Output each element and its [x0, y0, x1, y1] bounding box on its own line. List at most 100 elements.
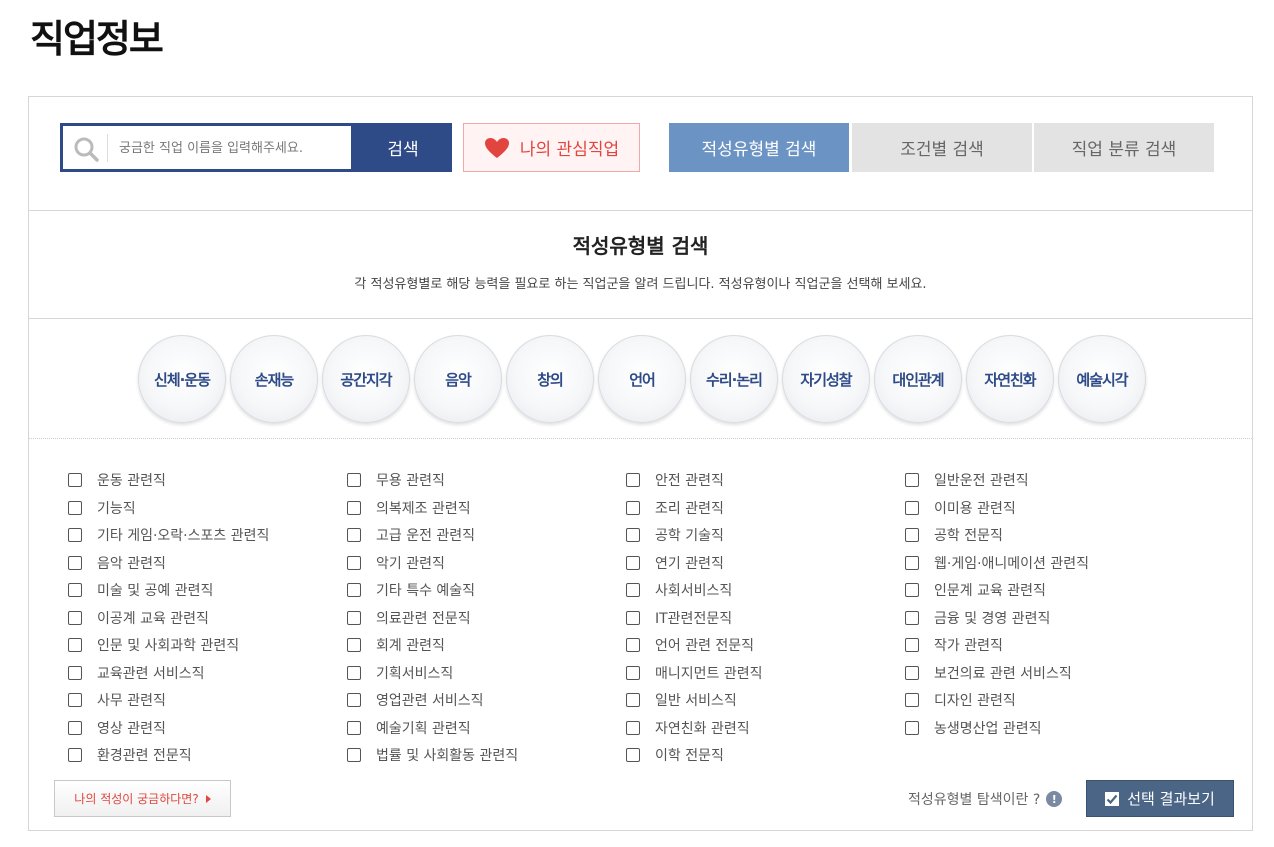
job-group-checkbox[interactable]: [68, 500, 82, 515]
aptitude-test-link[interactable]: 나의 적성이 궁금하다면?: [54, 780, 231, 817]
job-group-option[interactable]: 기능직: [68, 497, 136, 519]
job-group-checkbox[interactable]: [347, 748, 361, 762]
job-group-checkbox[interactable]: [347, 610, 361, 625]
aptitude-physical[interactable]: 신체·운동: [138, 335, 226, 423]
job-group-checkbox[interactable]: [347, 583, 361, 597]
job-group-option[interactable]: 공학 전문직: [905, 524, 1003, 546]
job-group-option[interactable]: 영상 관련직: [68, 717, 166, 739]
job-group-checkbox[interactable]: [68, 583, 82, 597]
job-group-checkbox[interactable]: [905, 473, 919, 487]
aptitude-self-reflection[interactable]: 자기성찰: [782, 335, 870, 423]
job-group-checkbox[interactable]: [905, 610, 919, 625]
job-group-checkbox[interactable]: [905, 500, 919, 515]
job-group-option[interactable]: 디자인 관련직: [905, 689, 1016, 711]
job-group-checkbox[interactable]: [626, 638, 640, 652]
job-group-checkbox[interactable]: [905, 665, 919, 680]
aptitude-dexterity[interactable]: 손재능: [230, 335, 318, 423]
job-group-option[interactable]: 자연친화 관련직: [626, 717, 750, 739]
job-group-checkbox[interactable]: [347, 665, 361, 680]
job-group-option[interactable]: 보건의료 관련 서비스직: [905, 662, 1072, 684]
job-group-option[interactable]: 이공계 교육 관련직: [68, 607, 209, 629]
job-group-option[interactable]: 의료관련 전문직: [347, 607, 471, 629]
job-group-option[interactable]: 음악 관련직: [68, 552, 166, 574]
aptitude-nature[interactable]: 자연친화: [966, 335, 1054, 423]
job-group-option[interactable]: 인문 및 사회과학 관련직: [68, 634, 239, 656]
job-group-checkbox[interactable]: [347, 555, 361, 570]
aptitude-spatial[interactable]: 공간지각: [322, 335, 410, 423]
job-group-option[interactable]: 안전 관련직: [626, 469, 724, 491]
job-group-option[interactable]: 일반 서비스직: [626, 689, 737, 711]
job-group-option[interactable]: 무용 관련직: [347, 469, 445, 491]
aptitude-music[interactable]: 음악: [414, 335, 502, 423]
job-group-checkbox[interactable]: [68, 665, 82, 680]
job-group-option[interactable]: 운동 관련직: [68, 469, 166, 491]
job-group-option[interactable]: 사무 관련직: [68, 689, 166, 711]
job-group-option[interactable]: 교육관련 서비스직: [68, 662, 205, 684]
job-group-option[interactable]: 의복제조 관련직: [347, 497, 471, 519]
job-group-option[interactable]: 금융 및 경영 관련직: [905, 607, 1050, 629]
search-input[interactable]: [119, 134, 349, 162]
job-group-checkbox[interactable]: [68, 610, 82, 625]
job-group-option[interactable]: 농생명산업 관련직: [905, 717, 1042, 739]
job-group-option[interactable]: 이미용 관련직: [905, 497, 1016, 519]
job-group-option[interactable]: 법률 및 사회활동 관련직: [347, 744, 518, 766]
job-group-option[interactable]: 회계 관련직: [347, 634, 445, 656]
job-group-checkbox[interactable]: [626, 665, 640, 680]
tab-condition-search[interactable]: 조건별 검색: [852, 123, 1032, 172]
job-group-checkbox[interactable]: [68, 555, 82, 570]
job-group-option[interactable]: 미술 및 공예 관련직: [68, 579, 213, 601]
job-group-option[interactable]: IT관련전문직: [626, 607, 732, 629]
favorite-jobs-button[interactable]: 나의 관심직업: [463, 123, 640, 172]
job-group-checkbox[interactable]: [905, 528, 919, 542]
aptitude-art-visual[interactable]: 예술시각: [1058, 335, 1146, 423]
job-group-option[interactable]: 사회서비스직: [626, 579, 732, 601]
job-group-checkbox[interactable]: [626, 583, 640, 597]
job-group-checkbox[interactable]: [626, 610, 640, 625]
job-group-option[interactable]: 매니지먼트 관련직: [626, 662, 763, 684]
job-group-checkbox[interactable]: [347, 720, 361, 735]
job-group-checkbox[interactable]: [905, 720, 919, 735]
job-group-option[interactable]: 기타 게임·오락·스포츠 관련직: [68, 524, 269, 546]
aptitude-language[interactable]: 언어: [598, 335, 686, 423]
job-group-checkbox[interactable]: [68, 720, 82, 735]
job-group-option[interactable]: 언어 관련 전문직: [626, 634, 754, 656]
job-group-option[interactable]: 고급 운전 관련직: [347, 524, 475, 546]
job-group-option[interactable]: 연기 관련직: [626, 552, 724, 574]
job-group-checkbox[interactable]: [347, 528, 361, 542]
job-group-option[interactable]: 이학 전문직: [626, 744, 724, 766]
job-group-option[interactable]: 작가 관련직: [905, 634, 1003, 656]
tab-aptitude-search[interactable]: 적성유형별 검색: [669, 123, 849, 172]
job-group-option[interactable]: 기타 특수 예술직: [347, 579, 475, 601]
view-results-button[interactable]: 선택 결과보기: [1086, 780, 1234, 817]
job-group-option[interactable]: 예술기획 관련직: [347, 717, 471, 739]
job-group-option[interactable]: 악기 관련직: [347, 552, 445, 574]
job-group-checkbox[interactable]: [68, 748, 82, 762]
aptitude-math-logic[interactable]: 수리·논리: [690, 335, 778, 423]
job-group-checkbox[interactable]: [905, 583, 919, 597]
job-group-checkbox[interactable]: [347, 693, 361, 707]
job-group-checkbox[interactable]: [626, 473, 640, 487]
job-group-option[interactable]: 기획서비스직: [347, 662, 453, 684]
job-group-checkbox[interactable]: [626, 748, 640, 762]
aptitude-help-link[interactable]: 적성유형별 탐색이란 ? !: [908, 789, 1063, 809]
job-group-option[interactable]: 공학 기술직: [626, 524, 724, 546]
job-group-checkbox[interactable]: [347, 638, 361, 652]
job-group-checkbox[interactable]: [68, 473, 82, 487]
job-group-option[interactable]: 인문계 교육 관련직: [905, 579, 1046, 601]
search-button[interactable]: 검색: [354, 123, 452, 172]
tab-classification-search[interactable]: 직업 분류 검색: [1034, 123, 1214, 172]
aptitude-creativity[interactable]: 창의: [506, 335, 594, 423]
job-group-checkbox[interactable]: [626, 720, 640, 735]
job-group-checkbox[interactable]: [626, 693, 640, 707]
job-group-option[interactable]: 영업관련 서비스직: [347, 689, 484, 711]
job-group-checkbox[interactable]: [68, 693, 82, 707]
job-group-checkbox[interactable]: [626, 555, 640, 570]
job-group-checkbox[interactable]: [347, 473, 361, 487]
aptitude-interpersonal[interactable]: 대인관계: [874, 335, 962, 423]
job-group-option[interactable]: 조리 관련직: [626, 497, 724, 519]
job-group-checkbox[interactable]: [905, 638, 919, 652]
job-group-checkbox[interactable]: [347, 500, 361, 515]
job-group-checkbox[interactable]: [68, 638, 82, 652]
job-group-checkbox[interactable]: [626, 500, 640, 515]
job-group-checkbox[interactable]: [905, 555, 919, 570]
